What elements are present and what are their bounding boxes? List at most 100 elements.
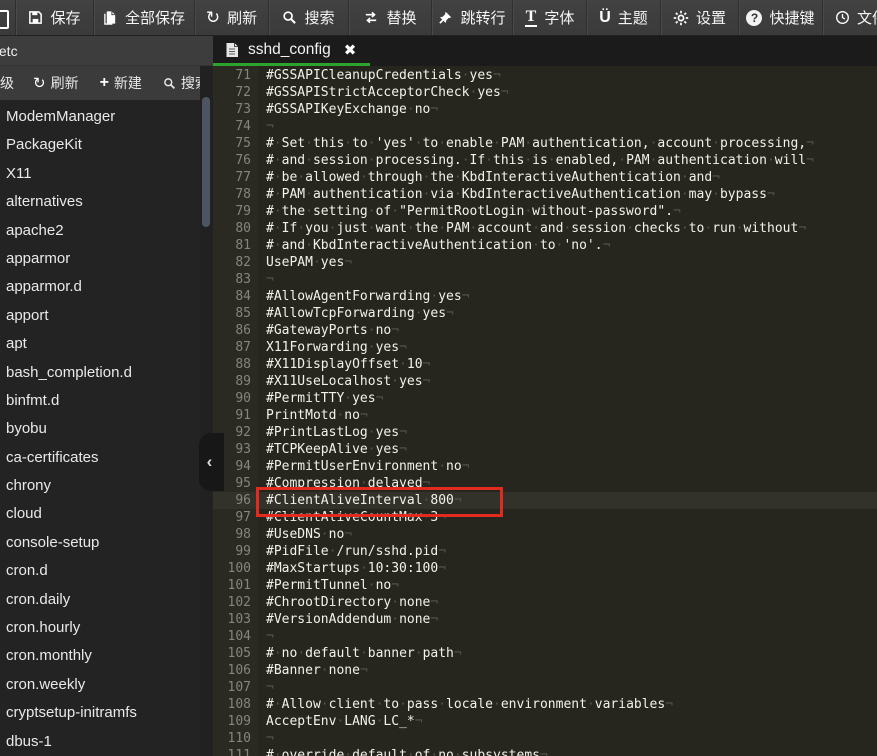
- code-text: #UseDNS·no¬: [258, 526, 352, 543]
- sidebar-item-cloud[interactable]: cloud: [0, 500, 200, 528]
- code-line: 88#X11DisplayOffset·10¬: [213, 356, 877, 373]
- sidebar-item-apport[interactable]: apport: [0, 302, 200, 330]
- file-history-button[interactable]: 文件: [822, 0, 877, 35]
- code-text: #X11DisplayOffset·10¬: [258, 356, 430, 373]
- sidebar-item-cron.daily[interactable]: cron.daily: [0, 586, 200, 614]
- code-text: #·be·allowed·through·the·KbdInteractiveA…: [258, 169, 720, 186]
- line-number: 79: [213, 203, 258, 220]
- sidebar-item-alternatives[interactable]: alternatives: [0, 188, 200, 216]
- line-number: 81: [213, 237, 258, 254]
- settings-button[interactable]: 设置: [660, 0, 738, 35]
- code-line: 91PrintMotd·no¬: [213, 407, 877, 424]
- sidebar-item-cron.weekly[interactable]: cron.weekly: [0, 671, 200, 699]
- code-line: 104¬: [213, 628, 877, 645]
- code-line: 80#·If·you·just·want·the·PAM·account·and…: [213, 220, 877, 237]
- explorer-scrollbar-thumb[interactable]: [202, 97, 210, 227]
- line-number: 73: [213, 101, 258, 118]
- replace-button[interactable]: 替换: [348, 0, 431, 35]
- code-line: 76#·and·session·processing.·If·this·is·e…: [213, 152, 877, 169]
- sidebar-item-bash_completion.d[interactable]: bash_completion.d: [0, 359, 200, 387]
- theme-label: 主题: [618, 7, 648, 28]
- new-file-button[interactable]: + 新建: [100, 73, 142, 93]
- cropped-icon-fragment: [0, 10, 9, 29]
- sidebar-item-chrony[interactable]: chrony: [0, 472, 200, 500]
- font-button[interactable]: T 字体: [512, 0, 586, 35]
- sidebar-item-cron.hourly[interactable]: cron.hourly: [0, 614, 200, 642]
- code-line: 85#AllowTcpForwarding·yes¬: [213, 305, 877, 322]
- code-lines: 71#GSSAPICleanupCredentials·yes¬72#GSSAP…: [213, 67, 877, 756]
- tab-title: sshd_config: [248, 41, 331, 59]
- current-path: /etc: [0, 43, 18, 59]
- code-text: X11Forwarding·yes¬: [258, 339, 407, 356]
- file-history-label: 文件: [857, 7, 877, 28]
- code-text: #PermitTunnel·no¬: [258, 577, 399, 594]
- sidebar-collapse-handle[interactable]: ‹: [199, 433, 224, 491]
- code-line: 99#PidFile·/run/sshd.pid¬: [213, 543, 877, 560]
- sidebar-item-cron.monthly[interactable]: cron.monthly: [0, 642, 200, 670]
- code-text: #GSSAPIKeyExchange·no¬: [258, 101, 438, 118]
- plus-icon: +: [100, 75, 109, 91]
- parent-directory-label: 级: [0, 73, 14, 93]
- settings-label: 设置: [696, 7, 726, 28]
- sidebar-item-apt[interactable]: apt: [0, 330, 200, 358]
- code-line: 78#·PAM·authentication·via·KbdInteractiv…: [213, 186, 877, 203]
- chevron-left-icon: ‹: [207, 452, 213, 472]
- code-text: ¬: [258, 628, 274, 645]
- sidebar-item-dbus-1[interactable]: dbus-1: [0, 728, 200, 756]
- line-number: 109: [213, 713, 258, 730]
- sidebar-item-packagekit[interactable]: PackageKit: [0, 131, 200, 159]
- save-button[interactable]: 保存: [15, 0, 93, 35]
- sidebar-item-apparmor.d[interactable]: apparmor.d: [0, 273, 200, 301]
- shortcuts-button[interactable]: ? 快捷键: [738, 0, 822, 35]
- code-line: 111#·override·default·of·no·subsystems¬: [213, 747, 877, 756]
- refresh-button[interactable]: ↻ 刷新: [194, 0, 268, 35]
- sidebar-item-byobu[interactable]: byobu: [0, 415, 200, 443]
- code-text: #GSSAPICleanupCredentials·yes¬: [258, 67, 501, 84]
- code-line: 96#ClientAliveInterval·800¬: [213, 492, 877, 509]
- code-line: 87X11Forwarding·yes¬: [213, 339, 877, 356]
- line-number: 106: [213, 662, 258, 679]
- search-button[interactable]: 搜索: [268, 0, 348, 35]
- sidebar-item-binfmt.d[interactable]: binfmt.d: [0, 387, 200, 415]
- sidebar-item-cron.d[interactable]: cron.d: [0, 557, 200, 585]
- code-line: 108#·Allow·client·to·pass·locale·environ…: [213, 696, 877, 713]
- sidebar-item-apache2[interactable]: apache2: [0, 217, 200, 245]
- tab-close-icon[interactable]: ✖: [344, 41, 357, 59]
- sidebar-item-apparmor[interactable]: apparmor: [0, 245, 200, 273]
- code-text: ¬: [258, 730, 274, 747]
- line-number: 90: [213, 390, 258, 407]
- code-editor[interactable]: 71#GSSAPICleanupCredentials·yes¬72#GSSAP…: [213, 66, 877, 756]
- code-text: #·no·default·banner·path¬: [258, 645, 462, 662]
- explorer-refresh-label: 刷新: [51, 73, 79, 93]
- sidebar-item-ca-certificates[interactable]: ca-certificates: [0, 444, 200, 472]
- sidebar-item-modemmanager[interactable]: ModemManager: [0, 103, 200, 131]
- explorer-refresh-button[interactable]: ↻ 刷新: [33, 73, 79, 93]
- current-path-bar: /etc: [0, 36, 213, 66]
- code-text: #AllowTcpForwarding·yes¬: [258, 305, 454, 322]
- line-number: 104: [213, 628, 258, 645]
- gear-icon: [673, 10, 689, 26]
- refresh-icon: ↻: [33, 76, 46, 91]
- parent-directory-button[interactable]: 级: [0, 73, 14, 93]
- theme-button[interactable]: Ü 主题: [586, 0, 660, 35]
- save-all-label: 全部保存: [125, 7, 185, 28]
- code-line: 89#X11UseLocalhost·yes¬: [213, 373, 877, 390]
- tab-sshd-config[interactable]: sshd_config ✖: [213, 36, 370, 66]
- line-number: 89: [213, 373, 258, 390]
- code-line: 75#·Set·this·to·'yes'·to·enable·PAM·auth…: [213, 135, 877, 152]
- line-number: 105: [213, 645, 258, 662]
- sidebar-item-console-setup[interactable]: console-setup: [0, 529, 200, 557]
- explorer-actions-bar: 级 ↻ 刷新 + 新建 搜索: [0, 66, 213, 100]
- line-number: 98: [213, 526, 258, 543]
- sidebar-item-cryptsetup-initramfs[interactable]: cryptsetup-initramfs: [0, 699, 200, 727]
- file-list: ModemManagerPackageKitX11alternativesapa…: [0, 100, 200, 756]
- code-text: #ClientAliveInterval·800¬: [258, 492, 462, 509]
- sidebar-item-x11[interactable]: X11: [0, 160, 200, 188]
- code-line: 77#·be·allowed·through·the·KbdInteractiv…: [213, 169, 877, 186]
- code-text: #·and·session·processing.·If·this·is·ena…: [258, 152, 814, 169]
- theme-icon: Ü: [599, 10, 611, 26]
- code-line: 79#·the·setting·of·"PermitRootLogin·with…: [213, 203, 877, 220]
- goto-line-button[interactable]: 跳转行: [431, 0, 512, 35]
- editor-tabbar: sshd_config ✖: [213, 36, 877, 66]
- save-all-button[interactable]: 全部保存: [93, 0, 194, 35]
